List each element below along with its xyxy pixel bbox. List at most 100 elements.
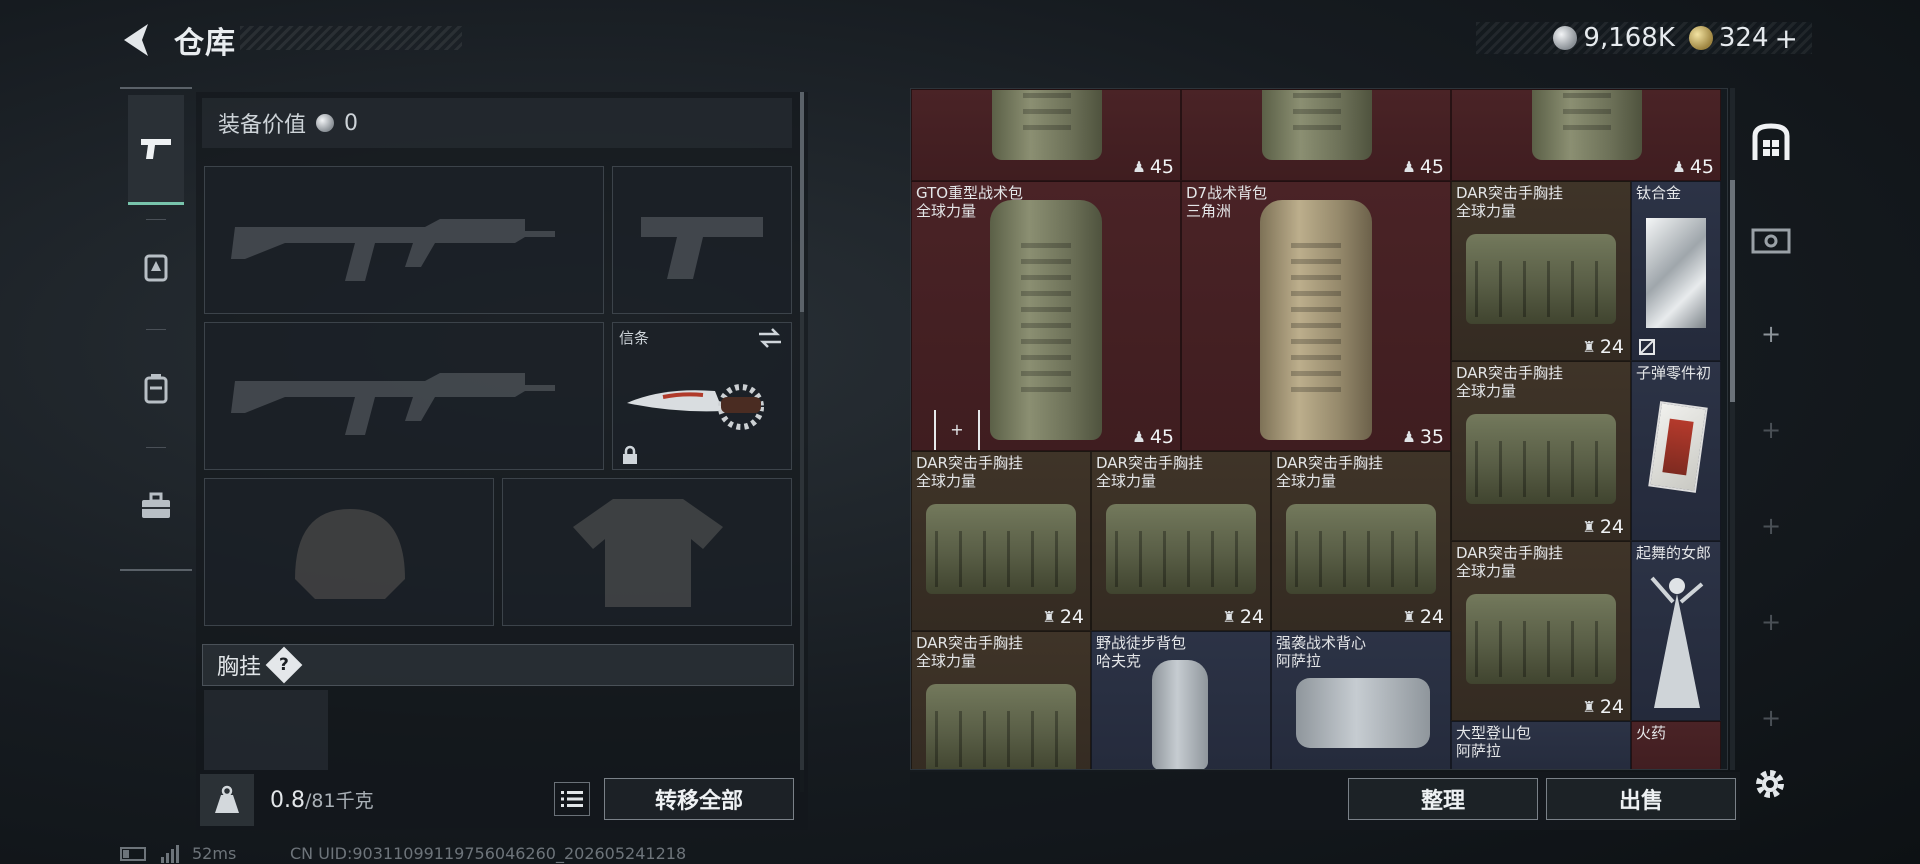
stash-item[interactable]: DAR突击手胸挂 全球力量 ♜ 24 (1451, 361, 1631, 541)
weight-current: 0.8 (270, 788, 305, 813)
weight-kg-icon (215, 785, 239, 813)
battery-icon (120, 846, 146, 861)
helmet-slot[interactable] (204, 478, 494, 626)
stash-grid: ♟ 45 ♟ 45 ♟ 45 GTO重型战术包 全球力量 + ♟ 45 D7战术背包 三… (910, 88, 1728, 770)
stash-item[interactable]: ♟ 45 (1451, 89, 1721, 181)
durability-icon: ♟ (1132, 158, 1146, 176)
primary-weapon-slot[interactable] (204, 166, 604, 314)
stash-item[interactable]: 火药 (1631, 721, 1721, 769)
list-icon (561, 791, 583, 807)
stash-item[interactable]: ♟ 45 (1181, 89, 1451, 181)
user-uid: CN UID:9031109911975604626​0_20260524121… (290, 844, 687, 863)
transfer-all-button[interactable]: 转移全部 (604, 778, 794, 820)
carry-weight: 0.8/81千克 (270, 786, 374, 813)
stash-item[interactable]: DAR突击手胸挂 全球力量 ♜ 24 (911, 451, 1091, 631)
stash-item[interactable]: 子弹零件初 (1631, 361, 1721, 541)
stash-scrollbar[interactable] (1730, 88, 1735, 770)
page-title: 仓库 (174, 26, 236, 61)
pistol-silhouette-icon (641, 217, 763, 279)
back-arrow-icon (124, 24, 148, 56)
stash-item[interactable]: 强袭战术背心 阿萨拉 (1271, 631, 1451, 769)
stash-item[interactable]: GTO重型战术包 全球力量 + ♟ 45 (911, 181, 1181, 451)
secondary-weapon-slot[interactable] (204, 322, 604, 470)
melee-slot[interactable]: 信条 (612, 322, 792, 470)
armor-silhouette-icon (573, 499, 723, 607)
rail-item-case[interactable] (128, 451, 184, 561)
silver-amount: 9,168K (1583, 23, 1675, 53)
durability-icon: ♜ (1222, 608, 1236, 626)
equip-value-label: 装备价值 (218, 113, 307, 138)
stash-item[interactable]: DAR突击手胸挂 全球力量 ♜ 24 (1271, 451, 1451, 631)
stash-page-2[interactable] (1746, 212, 1796, 268)
title-decoration (240, 26, 462, 50)
gold-amount: 324 (1718, 23, 1769, 53)
durability-icon: ♜ (1402, 608, 1416, 626)
sell-button[interactable]: 出售 (1546, 778, 1736, 820)
weight-max: /81千克 (305, 790, 374, 812)
stash-item[interactable]: DAR突击手胸挂 全球力量 ♜ 24 (1091, 451, 1271, 631)
ticket-icon (1751, 228, 1791, 254)
stash-item[interactable]: ♟ 45 (911, 89, 1181, 181)
sidearm-slot[interactable] (612, 166, 792, 314)
add-stash-page-button[interactable]: + (1746, 402, 1796, 458)
stash-item[interactable]: D7战术背包 三角洲 ♟ 35 (1181, 181, 1451, 451)
briefcase-icon (142, 492, 170, 518)
body-armor-slot[interactable] (502, 478, 792, 626)
chest-rig-slot[interactable] (204, 690, 328, 770)
stash-item[interactable]: 野战徒步背包 哈夫克 (1091, 631, 1271, 769)
backpack-icon (144, 374, 168, 404)
add-stash-page-button[interactable]: + (1746, 594, 1796, 650)
add-stash-page-button[interactable]: + (1746, 690, 1796, 746)
stash-item[interactable]: DAR突击手胸挂 全球力量 (911, 631, 1091, 769)
help-button[interactable]: ? (265, 646, 303, 684)
stash-item[interactable]: 钛合金 (1631, 181, 1721, 361)
durability-icon: ♜ (1582, 518, 1596, 536)
lock-icon (623, 445, 637, 464)
list-view-button[interactable] (554, 782, 590, 816)
chest-rig-label: 胸挂 (217, 655, 262, 680)
durability-icon: ♜ (1042, 608, 1056, 626)
knife-icon (627, 384, 764, 430)
durability-icon: ♟ (1402, 158, 1416, 176)
category-rail (120, 87, 192, 571)
settings-button[interactable] (1752, 766, 1788, 802)
helmet-silhouette-icon (295, 509, 405, 599)
loadout-scrollbar[interactable] (800, 92, 804, 792)
gear-icon (1756, 770, 1784, 798)
add-currency-button[interactable]: + (1775, 22, 1798, 55)
warehouse-icon (1752, 123, 1790, 160)
gold-coin-icon (1688, 26, 1713, 50)
currency-bar: 9,168K 324 + (1476, 22, 1812, 55)
add-stash-page-button[interactable]: + (1746, 306, 1796, 362)
stash-item[interactable]: 起舞的女郎 (1631, 541, 1721, 721)
silver-coin-icon (316, 114, 335, 132)
durability-icon: ♟ (1672, 158, 1686, 176)
equipment-value: 装备价值 0 (202, 98, 792, 148)
durability-icon: ♜ (1582, 698, 1596, 716)
stash-item[interactable]: 大型登山包 阿萨拉 (1451, 721, 1631, 769)
rail-item-helmet[interactable] (128, 213, 184, 323)
silver-currency[interactable]: 9,168K (1553, 23, 1675, 53)
no-insure-icon (1639, 339, 1655, 355)
durability-icon: ♟ (1402, 428, 1416, 446)
status-bar: 52ms (120, 844, 236, 863)
add-marker-icon[interactable]: + (934, 410, 980, 450)
stash-page-main[interactable] (1746, 114, 1796, 170)
stash-item[interactable]: DAR突击手胸挂 全球力量 ♜ 24 (1451, 541, 1631, 721)
pistol-icon (141, 138, 171, 159)
gold-currency[interactable]: 324 + (1688, 22, 1798, 55)
sort-button[interactable]: 整理 (1348, 778, 1538, 820)
armor-plate-icon (144, 254, 168, 282)
weight-icon-box (200, 774, 254, 826)
rail-item-backpack[interactable] (128, 333, 184, 443)
rail-item-weapons[interactable] (128, 95, 184, 205)
statue-icon (1650, 576, 1704, 708)
add-stash-page-button[interactable]: + (1746, 498, 1796, 554)
swap-icon[interactable] (757, 327, 783, 349)
chest-rig-header: 胸挂 ? (202, 644, 794, 686)
rifle-silhouette-icon (231, 373, 555, 435)
durability-icon: ♜ (1582, 338, 1596, 356)
silver-coin-icon (1553, 26, 1578, 50)
stash-item[interactable]: DAR突击手胸挂 全球力量 ♜ 24 (1451, 181, 1631, 361)
back-button[interactable] (118, 20, 154, 60)
